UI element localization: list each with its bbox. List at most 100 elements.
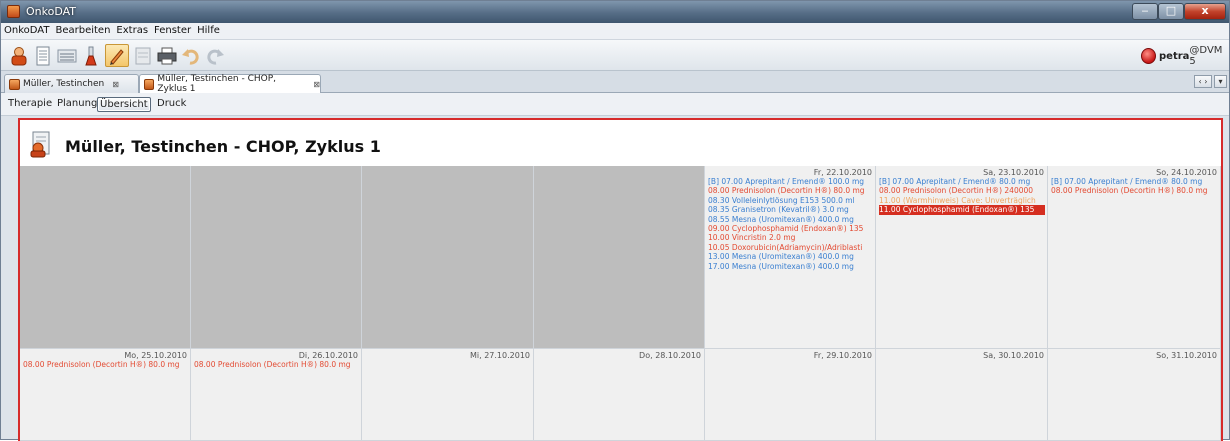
- day-date: So, 24.10.2010: [1156, 168, 1217, 177]
- day-date: Mo, 25.10.2010: [124, 351, 187, 360]
- print-button[interactable]: [155, 44, 179, 67]
- medication-entry[interactable]: 08.00 Prednisolon (Decortin H®) 80.0 mg: [23, 360, 188, 369]
- view-tab-bar: Therapie Planung Übersicht Druck: [1, 93, 1229, 116]
- printer-icon: [157, 47, 177, 64]
- user-info[interactable]: petra @DVM 5: [1141, 45, 1229, 67]
- medication-entry[interactable]: 08.30 Volleleinlytlösung E153 500.0 ml: [708, 196, 873, 205]
- menu-fenster[interactable]: Fenster: [151, 23, 194, 36]
- edit-button[interactable]: [105, 44, 129, 67]
- medication-entry[interactable]: 10.00 Vincristin 2.0 mg: [708, 233, 873, 242]
- app-window: OnkoDAT ‒ □ x OnkoDAT Bearbeiten Extras Fen…: [0, 0, 1230, 441]
- pencil-icon: [110, 48, 124, 65]
- day-date: Mi, 27.10.2010: [469, 351, 530, 360]
- document-tab-bar: Müller, Testinchen ⊠ Müller, Testinchen …: [1, 71, 1229, 94]
- medication-entry[interactable]: [B] 07.00 Aprepitant / Emend® 80.0 mg: [1051, 177, 1218, 186]
- close-tab-icon[interactable]: ⊠: [112, 80, 119, 89]
- therapy-document-icon: [30, 131, 50, 158]
- tab-druck[interactable]: Druck: [155, 97, 188, 112]
- calendar-day-cell[interactable]: Di, 26.10.2010 08.00 Prednisolon (Decorti…: [191, 349, 362, 441]
- title-bar: OnkoDAT ‒ □ x: [1, 1, 1229, 23]
- medication-list: [B] 07.00 Aprepitant / Emend® 80.0 mg 08.…: [1051, 177, 1218, 196]
- day-date: Do, 28.10.2010: [639, 351, 701, 360]
- toolbar: petra @DVM 5: [1, 40, 1229, 71]
- list-icon: [57, 49, 77, 62]
- medication-entry[interactable]: [B] 07.00 Aprepitant / Emend® 100.0 mg: [708, 177, 873, 186]
- patient-icon: [11, 46, 27, 65]
- medication-entry[interactable]: 08.55 Mesna (Uromitexan®) 400.0 mg: [708, 215, 873, 224]
- medication-entry[interactable]: 11.00 (Warmhinweis) Cave: Unverträglich: [879, 196, 1045, 205]
- menu-bearbeiten[interactable]: Bearbeiten: [52, 23, 113, 36]
- tab-scroll-arrows[interactable]: ‹ ›: [1194, 75, 1212, 88]
- document-button[interactable]: [31, 44, 55, 67]
- tab-chop-cycle[interactable]: Müller, Testinchen - CHOP, Zyklus 1 ⊠: [139, 74, 321, 94]
- medication-entry[interactable]: [B] 07.00 Aprepitant / Emend® 80.0 mg: [879, 177, 1045, 186]
- medication-list: [B] 07.00 Aprepitant / Emend® 80.0 mg 08.…: [879, 177, 1045, 215]
- calendar-day-cell[interactable]: Sa, 23.10.2010 [B] 07.00 Aprepitant / Eme…: [876, 166, 1048, 349]
- calendar-cell-empty: [362, 166, 534, 349]
- calendar-day-cell[interactable]: Mi, 27.10.2010: [362, 349, 534, 441]
- medication-entry[interactable]: 17.00 Mesna (Uromitexan®) 400.0 mg: [708, 262, 873, 271]
- medication-list: [B] 07.00 Aprepitant / Emend® 100.0 mg 08…: [708, 177, 873, 271]
- menu-hilfe[interactable]: Hilfe: [194, 23, 223, 36]
- menu-bar: OnkoDAT Bearbeiten Extras Fenster Hilfe: [1, 23, 1229, 40]
- calendar-day-cell[interactable]: Sa, 30.10.2010: [876, 349, 1048, 441]
- patient-icon: [9, 78, 20, 90]
- tab-planung[interactable]: Planung: [55, 97, 99, 112]
- medication-entry[interactable]: 08.00 Prednisolon (Decortin H®) 80.0 mg: [194, 360, 359, 369]
- flask-icon: [85, 46, 97, 65]
- calendar-day-cell[interactable]: Fr, 22.10.2010 [B] 07.00 Aprepitant / Eme…: [705, 166, 876, 349]
- calendar-day-cell[interactable]: Mo, 25.10.2010 08.00 Prednisolon (Decorti…: [20, 349, 191, 441]
- calendar-day-cell[interactable]: So, 24.10.2010 [B] 07.00 Aprepitant / Eme…: [1048, 166, 1221, 349]
- day-date: Fr, 29.10.2010: [813, 351, 872, 360]
- calendar-cell-empty: [534, 166, 705, 349]
- user-host: @DVM 5: [1189, 45, 1223, 67]
- redo-icon: [207, 48, 224, 65]
- patient-button[interactable]: [7, 44, 31, 67]
- medication-entry[interactable]: 08.35 Granisetron (Kevatril®) 3.0 mg: [708, 205, 873, 214]
- day-date: Sa, 30.10.2010: [983, 351, 1044, 360]
- tab-label: Müller, Testinchen - CHOP, Zyklus 1: [157, 74, 276, 94]
- medication-entry[interactable]: 13.00 Mesna (Uromitexan®) 400.0 mg: [708, 252, 873, 261]
- undo-icon: [182, 48, 199, 65]
- tab-uebersicht[interactable]: Übersicht: [97, 97, 151, 112]
- form-button[interactable]: [131, 44, 155, 67]
- list-button[interactable]: [55, 44, 79, 67]
- window-title: OnkoDAT: [26, 5, 77, 18]
- redo-button[interactable]: [203, 44, 227, 67]
- medication-entry[interactable]: 08.00 Prednisolon (Decortin H®) 80.0 mg: [708, 186, 873, 195]
- tab-label: Müller, Testinchen: [23, 79, 105, 89]
- menu-onkodat[interactable]: OnkoDAT: [1, 23, 52, 36]
- medication-entry[interactable]: 08.00 Prednisolon (Decortin H®) 80.0 mg: [1051, 186, 1218, 195]
- undo-button[interactable]: [179, 44, 203, 67]
- user-status-icon: [1141, 48, 1157, 64]
- calendar-day-cell[interactable]: So, 31.10.2010: [1048, 349, 1221, 441]
- day-date: Fr, 22.10.2010: [813, 168, 872, 177]
- medication-entry[interactable]: 09.00 Cyclophosphamid (Endoxan®) 135: [708, 224, 873, 233]
- maximize-button[interactable]: □: [1158, 3, 1184, 20]
- medication-entry[interactable]: 11.00 Cyclophosphamid (Endoxan®) 135: [879, 205, 1045, 215]
- tab-therapie[interactable]: Therapie: [6, 97, 54, 112]
- day-date: Di, 26.10.2010: [298, 351, 358, 360]
- minimize-button[interactable]: ‒: [1132, 3, 1158, 20]
- calendar-cell-empty: [20, 166, 191, 349]
- form-icon: [135, 47, 151, 64]
- tab-list-dropdown-icon[interactable]: ▾: [1214, 75, 1227, 88]
- user-name: petra: [1159, 50, 1190, 62]
- document-icon: [36, 46, 50, 65]
- medication-entry[interactable]: 10.05 Doxorubicin(Adriamycin)/Adriblasti: [708, 243, 873, 252]
- therapy-icon: [144, 78, 155, 90]
- calendar-day-cell[interactable]: Do, 28.10.2010: [534, 349, 705, 441]
- close-window-button[interactable]: x: [1184, 3, 1226, 20]
- medication-list: 08.00 Prednisolon (Decortin H®) 80.0 mg: [23, 360, 188, 369]
- overview-header: Müller, Testinchen - CHOP, Zyklus 1: [20, 120, 1221, 166]
- menu-extras[interactable]: Extras: [113, 23, 151, 36]
- day-date: So, 31.10.2010: [1156, 351, 1217, 360]
- calendar-day-cell[interactable]: Fr, 29.10.2010: [705, 349, 876, 441]
- tab-patient[interactable]: Müller, Testinchen ⊠: [4, 74, 139, 93]
- overview-panel: Müller, Testinchen - CHOP, Zyklus 1 Fr, …: [18, 118, 1223, 441]
- calendar-grid: Fr, 22.10.2010 [B] 07.00 Aprepitant / Eme…: [20, 166, 1221, 441]
- lab-button[interactable]: [79, 44, 103, 67]
- close-tab-icon[interactable]: ⊠: [313, 80, 320, 89]
- medication-entry[interactable]: 08.00 Prednisolon (Decortin H®) 240000: [879, 186, 1045, 195]
- medication-list: 08.00 Prednisolon (Decortin H®) 80.0 mg: [194, 360, 359, 369]
